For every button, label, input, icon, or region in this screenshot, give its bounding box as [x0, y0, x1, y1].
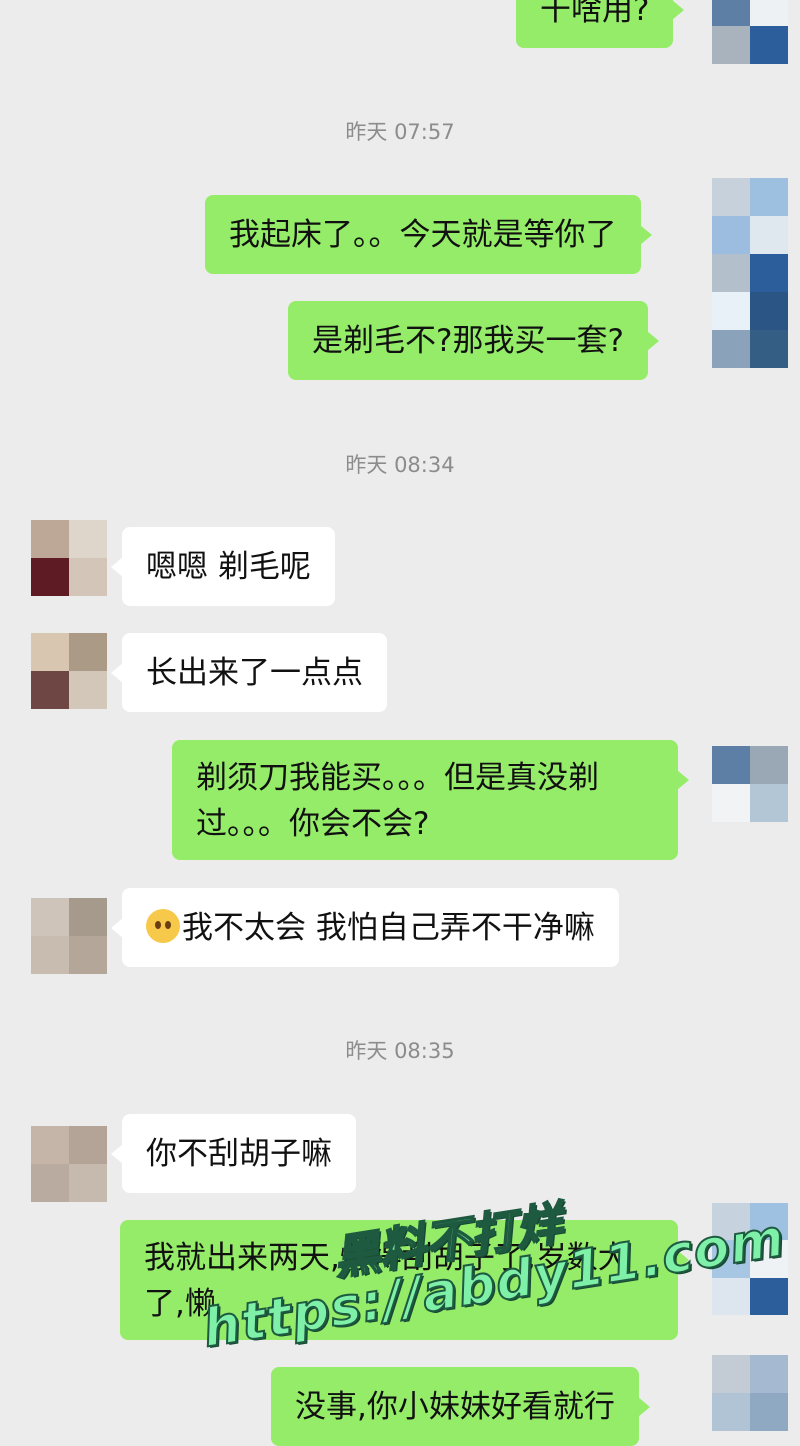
message-bubble-sent[interactable]: 是剃毛不?那我买一套? — [288, 301, 659, 380]
message-bubble-sent[interactable]: 干啥用? — [516, 0, 685, 48]
message-bubble-received[interactable]: 我不太会 我怕自己弄不干净嘛 — [111, 888, 619, 967]
avatar-self[interactable] — [712, 1355, 788, 1431]
timestamp: 昨天 08:34 — [345, 453, 455, 477]
message-text: 剃须刀我能买。。。但是真没剃过。。。你会不会? — [196, 760, 599, 842]
avatar-contact[interactable] — [31, 898, 107, 974]
message-text: 你不刮胡子嘛 — [146, 1136, 332, 1172]
message-text: 嗯嗯 剃毛呢 — [146, 549, 311, 585]
message-bubble-sent[interactable]: 我就出来两天,懒得刮胡子了,岁数大了,懒 — [120, 1220, 689, 1340]
avatar-self[interactable] — [712, 746, 788, 822]
message-text: 长出来了一点点 — [146, 655, 363, 691]
avatar-contact[interactable] — [31, 633, 107, 709]
message-bubble-received[interactable]: 你不刮胡子嘛 — [111, 1114, 356, 1193]
message-bubble-sent[interactable]: 没事,你小妹妹好看就行 — [271, 1367, 650, 1446]
message-bubble-sent[interactable]: 我起床了。。今天就是等你了 — [205, 195, 651, 274]
avatar-self[interactable] — [712, 0, 788, 64]
message-bubble-received[interactable]: 长出来了一点点 — [111, 633, 387, 712]
message-text: 我起床了。。今天就是等你了 — [229, 217, 617, 253]
timestamp: 昨天 07:57 — [345, 120, 455, 144]
avatar-self[interactable] — [712, 1203, 788, 1315]
message-bubble-received[interactable]: 嗯嗯 剃毛呢 — [111, 527, 335, 606]
avatar-contact[interactable] — [31, 1126, 107, 1202]
message-text: 干啥用? — [540, 0, 650, 28]
avatar-contact[interactable] — [31, 520, 107, 596]
message-text: 我就出来两天,懒得刮胡子了,岁数大了,懒 — [144, 1240, 629, 1322]
avatar-self[interactable] — [712, 178, 788, 368]
message-bubble-sent[interactable]: 剃须刀我能买。。。但是真没剃过。。。你会不会? — [172, 740, 689, 860]
timestamp: 昨天 08:35 — [345, 1039, 455, 1063]
message-text: 我不太会 我怕自己弄不干净嘛 — [182, 910, 595, 946]
message-text: 没事,你小妹妹好看就行 — [295, 1389, 615, 1425]
crying-face-icon — [146, 909, 180, 943]
message-text: 是剃毛不?那我买一套? — [312, 323, 624, 359]
